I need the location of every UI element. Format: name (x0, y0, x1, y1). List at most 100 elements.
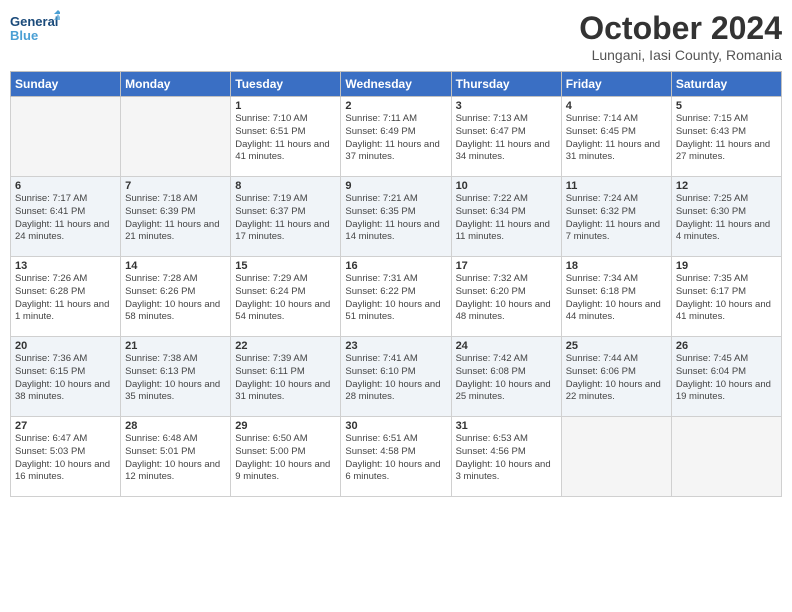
calendar-cell: 3Sunrise: 7:13 AMSunset: 6:47 PMDaylight… (451, 97, 561, 177)
header-sunday: Sunday (11, 72, 121, 97)
calendar-row-0: 1Sunrise: 7:10 AMSunset: 6:51 PMDaylight… (11, 97, 782, 177)
logo: General Blue (10, 10, 60, 50)
day-info: Sunrise: 6:47 AMSunset: 5:03 PMDaylight:… (15, 433, 110, 482)
day-number: 5 (676, 100, 777, 112)
calendar-row-3: 20Sunrise: 7:36 AMSunset: 6:15 PMDayligh… (11, 337, 782, 417)
page: General Blue October 2024 Lungani, Iasi … (0, 0, 792, 612)
calendar-cell: 19Sunrise: 7:35 AMSunset: 6:17 PMDayligh… (671, 257, 781, 337)
day-info: Sunrise: 7:14 AMSunset: 6:45 PMDaylight:… (566, 113, 660, 162)
day-info: Sunrise: 7:31 AMSunset: 6:22 PMDaylight:… (345, 273, 440, 322)
calendar-cell: 21Sunrise: 7:38 AMSunset: 6:13 PMDayligh… (121, 337, 231, 417)
day-number: 20 (15, 340, 116, 352)
day-info: Sunrise: 6:48 AMSunset: 5:01 PMDaylight:… (125, 433, 220, 482)
day-number: 28 (125, 420, 226, 432)
day-number: 21 (125, 340, 226, 352)
day-info: Sunrise: 7:45 AMSunset: 6:04 PMDaylight:… (676, 353, 771, 402)
calendar-cell: 18Sunrise: 7:34 AMSunset: 6:18 PMDayligh… (561, 257, 671, 337)
day-number: 10 (456, 180, 557, 192)
calendar-cell: 4Sunrise: 7:14 AMSunset: 6:45 PMDaylight… (561, 97, 671, 177)
header-monday: Monday (121, 72, 231, 97)
day-info: Sunrise: 7:19 AMSunset: 6:37 PMDaylight:… (235, 193, 329, 242)
day-number: 27 (15, 420, 116, 432)
calendar-row-1: 6Sunrise: 7:17 AMSunset: 6:41 PMDaylight… (11, 177, 782, 257)
day-info: Sunrise: 7:18 AMSunset: 6:39 PMDaylight:… (125, 193, 219, 242)
day-info: Sunrise: 7:32 AMSunset: 6:20 PMDaylight:… (456, 273, 551, 322)
calendar-cell: 24Sunrise: 7:42 AMSunset: 6:08 PMDayligh… (451, 337, 561, 417)
day-number: 14 (125, 260, 226, 272)
calendar-cell: 11Sunrise: 7:24 AMSunset: 6:32 PMDayligh… (561, 177, 671, 257)
day-number: 12 (676, 180, 777, 192)
calendar-cell: 27Sunrise: 6:47 AMSunset: 5:03 PMDayligh… (11, 417, 121, 497)
calendar-cell: 13Sunrise: 7:26 AMSunset: 6:28 PMDayligh… (11, 257, 121, 337)
calendar-cell: 23Sunrise: 7:41 AMSunset: 6:10 PMDayligh… (341, 337, 451, 417)
calendar-cell: 30Sunrise: 6:51 AMSunset: 4:58 PMDayligh… (341, 417, 451, 497)
day-info: Sunrise: 7:36 AMSunset: 6:15 PMDaylight:… (15, 353, 110, 402)
calendar-cell: 25Sunrise: 7:44 AMSunset: 6:06 PMDayligh… (561, 337, 671, 417)
calendar-cell: 10Sunrise: 7:22 AMSunset: 6:34 PMDayligh… (451, 177, 561, 257)
calendar-cell: 6Sunrise: 7:17 AMSunset: 6:41 PMDaylight… (11, 177, 121, 257)
header-wednesday: Wednesday (341, 72, 451, 97)
calendar-cell (11, 97, 121, 177)
month-title: October 2024 (579, 10, 782, 47)
calendar-cell: 22Sunrise: 7:39 AMSunset: 6:11 PMDayligh… (231, 337, 341, 417)
header: General Blue October 2024 Lungani, Iasi … (10, 10, 782, 63)
calendar-cell: 7Sunrise: 7:18 AMSunset: 6:39 PMDaylight… (121, 177, 231, 257)
calendar-cell: 20Sunrise: 7:36 AMSunset: 6:15 PMDayligh… (11, 337, 121, 417)
day-info: Sunrise: 7:41 AMSunset: 6:10 PMDaylight:… (345, 353, 440, 402)
calendar-header-row: Sunday Monday Tuesday Wednesday Thursday… (11, 72, 782, 97)
day-info: Sunrise: 6:51 AMSunset: 4:58 PMDaylight:… (345, 433, 440, 482)
day-number: 9 (345, 180, 446, 192)
calendar-cell: 1Sunrise: 7:10 AMSunset: 6:51 PMDaylight… (231, 97, 341, 177)
day-number: 3 (456, 100, 557, 112)
calendar-cell: 15Sunrise: 7:29 AMSunset: 6:24 PMDayligh… (231, 257, 341, 337)
day-number: 17 (456, 260, 557, 272)
calendar-cell: 14Sunrise: 7:28 AMSunset: 6:26 PMDayligh… (121, 257, 231, 337)
day-number: 2 (345, 100, 446, 112)
day-info: Sunrise: 7:17 AMSunset: 6:41 PMDaylight:… (15, 193, 109, 242)
day-number: 16 (345, 260, 446, 272)
calendar-cell: 28Sunrise: 6:48 AMSunset: 5:01 PMDayligh… (121, 417, 231, 497)
calendar-row-2: 13Sunrise: 7:26 AMSunset: 6:28 PMDayligh… (11, 257, 782, 337)
calendar-cell: 12Sunrise: 7:25 AMSunset: 6:30 PMDayligh… (671, 177, 781, 257)
day-number: 26 (676, 340, 777, 352)
calendar-cell: 2Sunrise: 7:11 AMSunset: 6:49 PMDaylight… (341, 97, 451, 177)
day-number: 15 (235, 260, 336, 272)
title-area: October 2024 Lungani, Iasi County, Roman… (579, 10, 782, 63)
header-saturday: Saturday (671, 72, 781, 97)
svg-text:General: General (10, 14, 58, 29)
day-number: 7 (125, 180, 226, 192)
day-info: Sunrise: 7:22 AMSunset: 6:34 PMDaylight:… (456, 193, 550, 242)
day-info: Sunrise: 7:25 AMSunset: 6:30 PMDaylight:… (676, 193, 770, 242)
day-info: Sunrise: 7:35 AMSunset: 6:17 PMDaylight:… (676, 273, 771, 322)
day-info: Sunrise: 7:44 AMSunset: 6:06 PMDaylight:… (566, 353, 661, 402)
logo-svg: General Blue (10, 10, 60, 50)
calendar-table: Sunday Monday Tuesday Wednesday Thursday… (10, 71, 782, 497)
day-info: Sunrise: 7:21 AMSunset: 6:35 PMDaylight:… (345, 193, 439, 242)
day-info: Sunrise: 7:24 AMSunset: 6:32 PMDaylight:… (566, 193, 660, 242)
calendar-cell: 5Sunrise: 7:15 AMSunset: 6:43 PMDaylight… (671, 97, 781, 177)
calendar-cell (121, 97, 231, 177)
day-info: Sunrise: 7:42 AMSunset: 6:08 PMDaylight:… (456, 353, 551, 402)
day-info: Sunrise: 7:11 AMSunset: 6:49 PMDaylight:… (345, 113, 439, 162)
calendar-cell: 29Sunrise: 6:50 AMSunset: 5:00 PMDayligh… (231, 417, 341, 497)
calendar-cell (671, 417, 781, 497)
day-number: 18 (566, 260, 667, 272)
day-number: 25 (566, 340, 667, 352)
day-number: 29 (235, 420, 336, 432)
day-number: 31 (456, 420, 557, 432)
header-friday: Friday (561, 72, 671, 97)
day-number: 11 (566, 180, 667, 192)
location: Lungani, Iasi County, Romania (579, 47, 782, 63)
day-info: Sunrise: 7:38 AMSunset: 6:13 PMDaylight:… (125, 353, 220, 402)
header-tuesday: Tuesday (231, 72, 341, 97)
day-info: Sunrise: 6:53 AMSunset: 4:56 PMDaylight:… (456, 433, 551, 482)
calendar-cell: 8Sunrise: 7:19 AMSunset: 6:37 PMDaylight… (231, 177, 341, 257)
day-number: 13 (15, 260, 116, 272)
day-info: Sunrise: 7:34 AMSunset: 6:18 PMDaylight:… (566, 273, 661, 322)
calendar-cell: 26Sunrise: 7:45 AMSunset: 6:04 PMDayligh… (671, 337, 781, 417)
calendar-cell: 9Sunrise: 7:21 AMSunset: 6:35 PMDaylight… (341, 177, 451, 257)
calendar-row-4: 27Sunrise: 6:47 AMSunset: 5:03 PMDayligh… (11, 417, 782, 497)
day-info: Sunrise: 7:28 AMSunset: 6:26 PMDaylight:… (125, 273, 220, 322)
day-number: 19 (676, 260, 777, 272)
day-number: 6 (15, 180, 116, 192)
